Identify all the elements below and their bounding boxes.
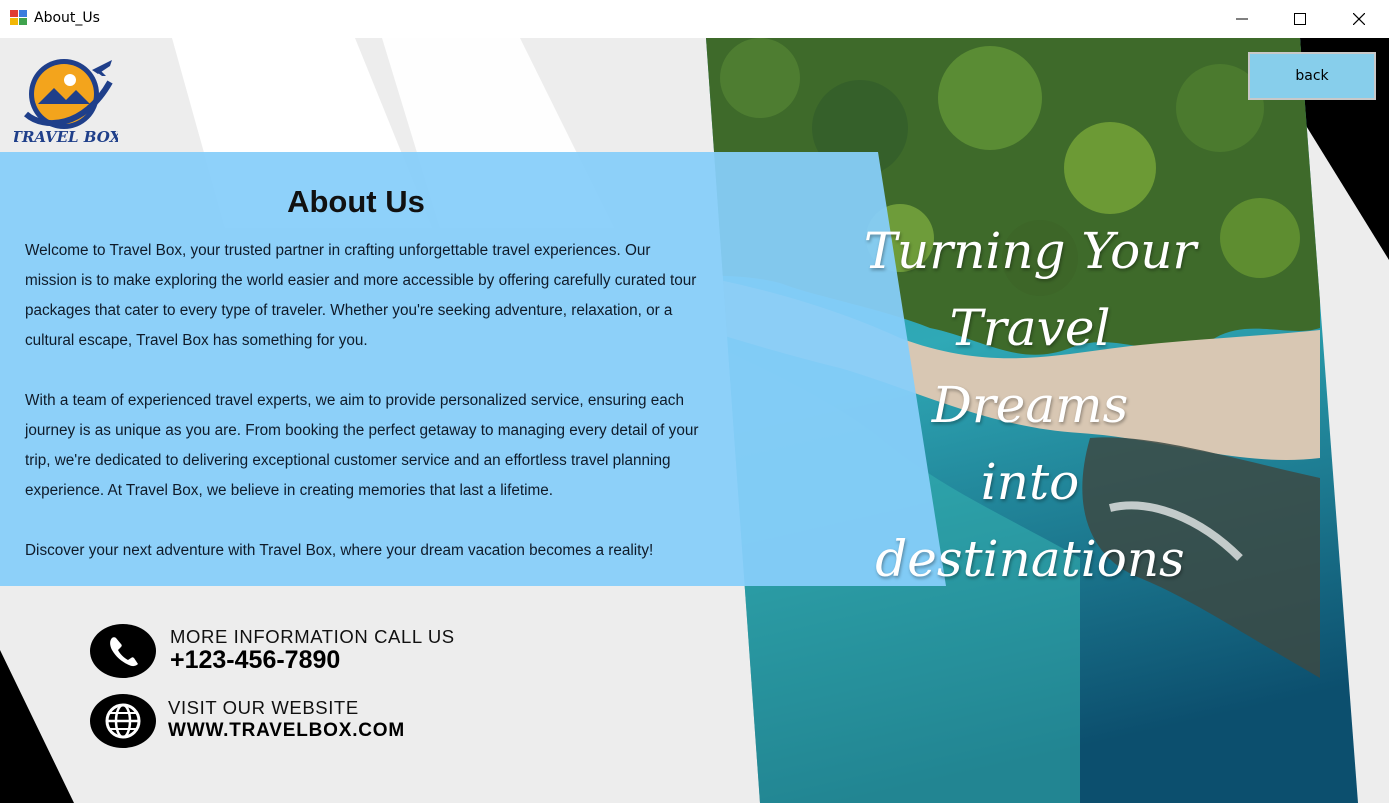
tagline-line-3: into [980, 453, 1080, 511]
phone-icon-badge [90, 624, 156, 678]
close-icon [1353, 13, 1365, 25]
phone-icon [110, 637, 138, 667]
back-button[interactable]: back [1248, 52, 1376, 100]
app-icon [10, 10, 27, 25]
tagline-line-4: destinations [875, 530, 1185, 588]
globe-icon [105, 703, 141, 739]
phone-number: +123-456-7890 [170, 646, 341, 674]
minimize-icon [1236, 18, 1248, 20]
about-paragraph-2: With a team of experienced travel expert… [25, 392, 699, 499]
close-button[interactable] [1330, 0, 1388, 38]
website-label: VISIT OUR WEBSITE [168, 697, 359, 718]
about-canvas: TRAVEL BOX About Us Welcome to Travel Bo… [0, 38, 1389, 803]
page-title: About Us [287, 184, 425, 219]
tagline: Turning Your Travel Dreams into destinat… [850, 213, 1210, 598]
globe-icon-badge [90, 694, 156, 748]
window-title: About_Us [34, 10, 100, 26]
phone-label: MORE INFORMATION CALL US [170, 626, 455, 647]
minimize-button[interactable] [1213, 0, 1271, 38]
maximize-button[interactable] [1271, 0, 1329, 38]
about-paragraph-1: Welcome to Travel Box, your trusted part… [25, 242, 697, 349]
tagline-line-2: Travel Dreams [931, 299, 1129, 434]
about-paragraph-3: Discover your next adventure with Travel… [25, 542, 654, 559]
tagline-line-1: Turning Your [863, 222, 1197, 280]
title-bar: About_Us [0, 0, 1389, 38]
website-url[interactable]: WWW.TRAVELBOX.COM [168, 720, 405, 742]
about-body: Welcome to Travel Box, your trusted part… [25, 236, 705, 596]
maximize-icon [1294, 13, 1306, 25]
